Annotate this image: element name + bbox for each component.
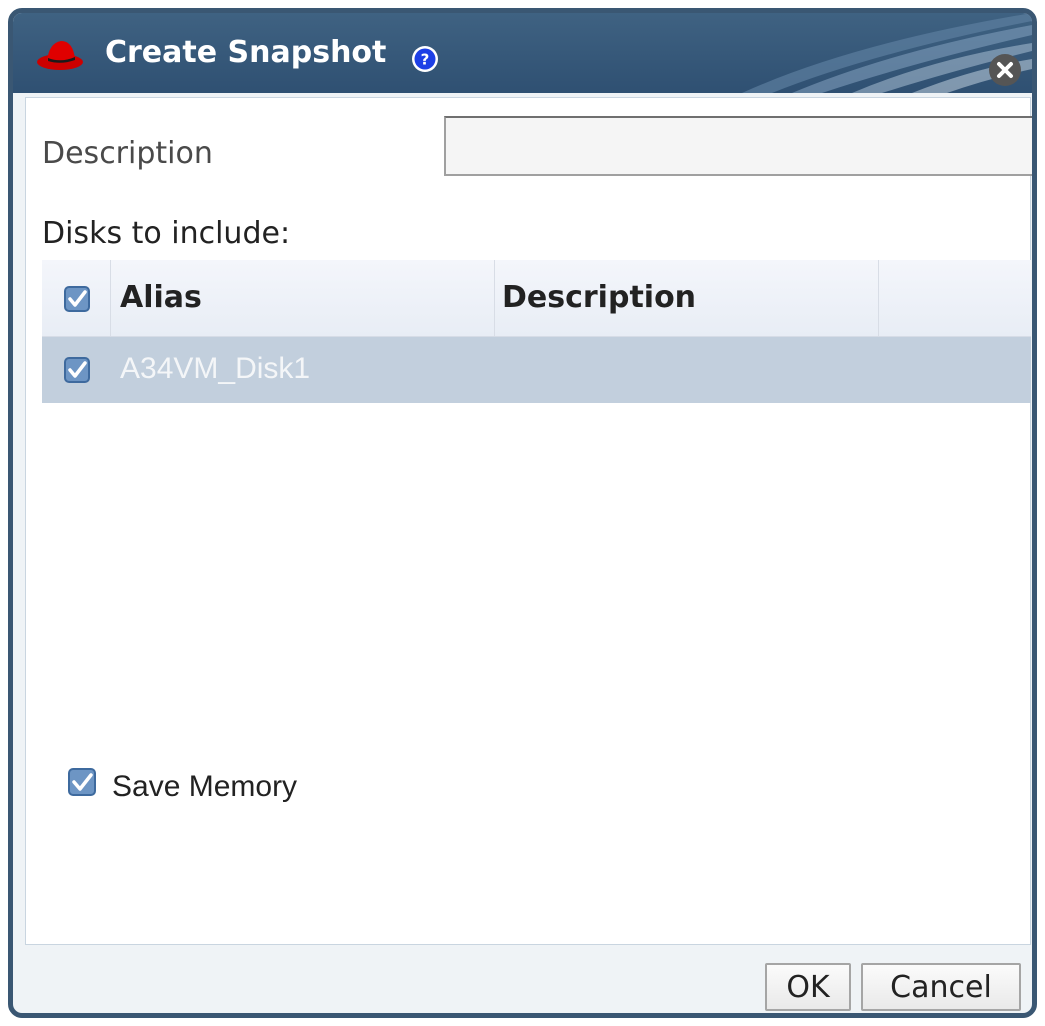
disks-to-include-label: Disks to include: (42, 216, 291, 251)
dialog-title: Create Snapshot (105, 35, 387, 70)
save-memory-checkbox[interactable] (68, 768, 96, 796)
create-snapshot-dialog: Create Snapshot ? Description Disks to i… (8, 8, 1037, 1018)
disks-table: Alias Description A34VM_Disk1 (42, 260, 1031, 403)
disk-alias-cell: A34VM_Disk1 (120, 352, 311, 385)
dialog-titlebar[interactable]: Create Snapshot ? (13, 13, 1032, 93)
column-separator (110, 260, 111, 336)
redhat-logo-icon (37, 41, 83, 70)
disks-table-header: Alias Description (42, 260, 1031, 337)
cancel-button[interactable]: Cancel (861, 963, 1021, 1011)
dialog-content: Description Disks to include: Alias Desc… (25, 97, 1032, 945)
column-header-description[interactable]: Description (502, 280, 696, 315)
help-icon[interactable]: ? (411, 45, 439, 73)
column-separator (494, 260, 495, 336)
column-header-alias[interactable]: Alias (120, 280, 202, 315)
select-all-checkbox[interactable] (64, 286, 90, 312)
save-memory-label[interactable]: Save Memory (112, 770, 297, 804)
ok-button[interactable]: OK (765, 963, 851, 1011)
row-checkbox[interactable] (64, 357, 90, 383)
table-row[interactable]: A34VM_Disk1 (42, 337, 1031, 403)
column-separator (878, 260, 879, 336)
svg-text:?: ? (421, 51, 430, 69)
title-decoration (742, 13, 1032, 93)
description-input[interactable] (444, 116, 1032, 176)
description-label: Description (42, 136, 213, 171)
close-icon[interactable] (988, 53, 1022, 87)
